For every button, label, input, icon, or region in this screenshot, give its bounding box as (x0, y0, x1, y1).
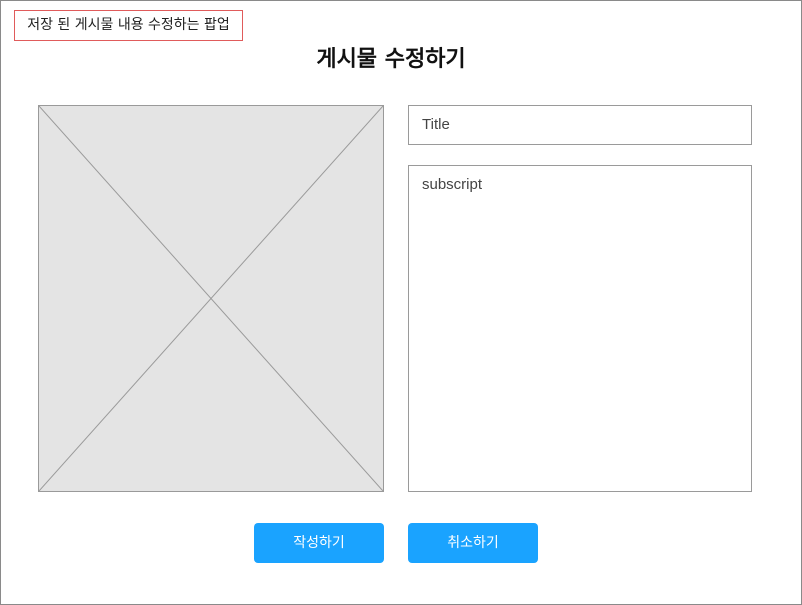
image-placeholder-icon (39, 106, 383, 491)
title-input[interactable]: Title (408, 105, 752, 145)
submit-button[interactable]: 작성하기 (254, 523, 384, 563)
popup-title: 게시물 수정하기 (316, 47, 466, 72)
subscript-textarea-placeholder: subscript (422, 176, 483, 193)
image-placeholder[interactable] (38, 105, 384, 492)
title-input-placeholder: Title (422, 116, 450, 133)
cancel-button[interactable]: 취소하기 (408, 523, 538, 563)
edit-post-popup: 저장 된 게시물 내용 수정하는 팝업 게시물 수정하기 Title subsc… (0, 0, 802, 605)
subscript-textarea[interactable]: subscript (408, 165, 752, 492)
annotation-note: 저장 된 게시물 내용 수정하는 팝업 (14, 10, 243, 41)
